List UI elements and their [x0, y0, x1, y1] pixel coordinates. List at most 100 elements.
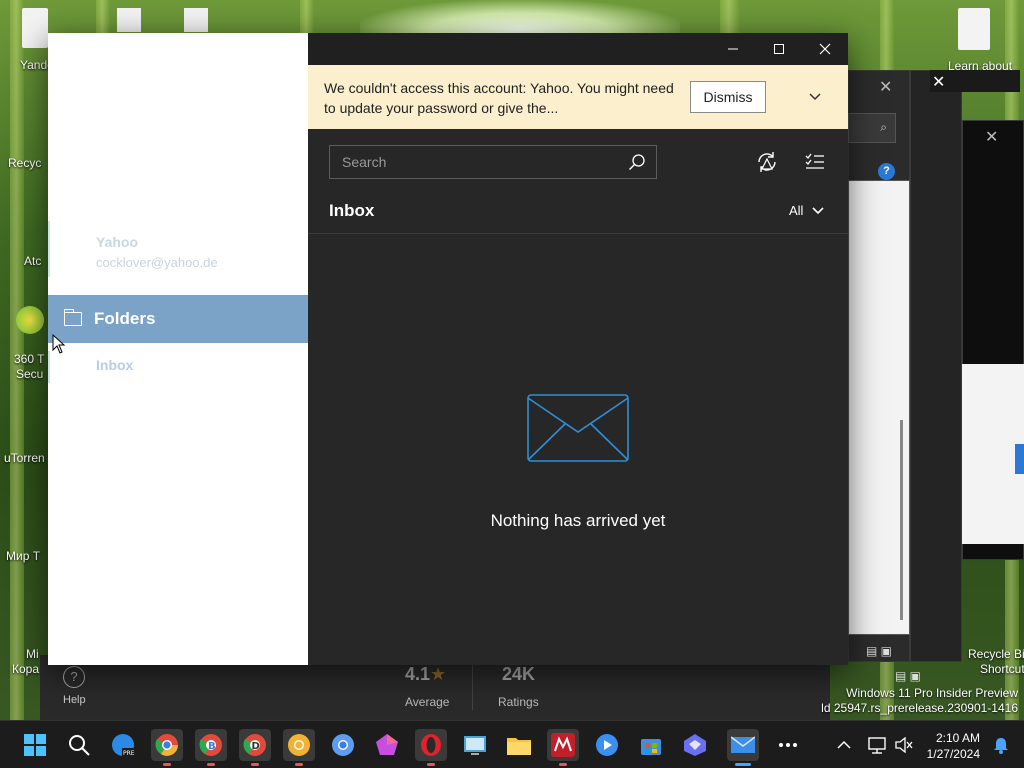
- desktop-file-icon[interactable]: [22, 8, 48, 48]
- running-indicator: [251, 763, 259, 766]
- desktop-icon-security[interactable]: Secu: [16, 367, 43, 381]
- help-icon[interactable]: ?: [63, 666, 85, 688]
- close-button[interactable]: [802, 33, 848, 65]
- close-icon[interactable]: ✕: [985, 127, 998, 147]
- folder-selection-indicator: [48, 351, 50, 383]
- banner-message: We couldn't access this account: Yahoo. …: [324, 80, 674, 116]
- background-window[interactable]: [910, 70, 962, 662]
- search-box[interactable]: Search: [329, 145, 657, 179]
- selection-mode-icon[interactable]: [804, 151, 826, 173]
- desktop-icon-kora[interactable]: Кора: [12, 662, 39, 676]
- desktop-file-icon[interactable]: [117, 8, 141, 32]
- rating-divider: [472, 664, 473, 710]
- taskbar-media-player[interactable]: [591, 729, 623, 761]
- desktop-icon-mi[interactable]: Mi: [26, 647, 39, 661]
- minimize-button[interactable]: [710, 33, 756, 65]
- running-indicator: [163, 763, 171, 766]
- navigation-pane: Yahoo cocklover@yahoo.de Folders Inbox: [48, 33, 308, 665]
- taskbar-search-button[interactable]: [63, 729, 95, 761]
- expand-banner-button[interactable]: [804, 85, 826, 107]
- taskbar-opera[interactable]: [415, 729, 447, 766]
- desktop-icon-mir[interactable]: Мир Т: [6, 549, 40, 563]
- svg-text:D: D: [252, 741, 260, 752]
- envelope-icon: [527, 394, 629, 462]
- rating-value: 4.1: [405, 664, 431, 684]
- desktop-icon-360[interactable]: 360 T: [14, 352, 44, 366]
- taskbar-chromium[interactable]: [327, 729, 359, 761]
- folder-item-inbox[interactable]: Inbox: [96, 357, 133, 373]
- background-window-titlebar: ✕: [930, 70, 1020, 92]
- view-toggle-icon[interactable]: ▤ ▣: [895, 669, 931, 683]
- start-button[interactable]: [19, 729, 51, 761]
- background-window-search: ⌕: [848, 113, 896, 143]
- filter-dropdown[interactable]: All: [789, 203, 825, 218]
- taskbar-gem-app[interactable]: [371, 729, 403, 761]
- chrome-canary-icon: [288, 734, 310, 756]
- system-clock[interactable]: 2:10 AM 1/27/2024: [927, 730, 980, 762]
- taskbar-chrome-canary[interactable]: [283, 729, 315, 766]
- taskbar-mindmaster[interactable]: [547, 729, 579, 766]
- svg-text:PRE: PRE: [123, 750, 135, 757]
- help-icon[interactable]: ?: [878, 163, 895, 180]
- taskbar-chrome[interactable]: [151, 729, 183, 766]
- chrome-beta-icon: B: [199, 734, 222, 756]
- copilot-icon: [684, 734, 706, 756]
- desktop-file-icon[interactable]: [958, 8, 990, 50]
- taskbar-file-explorer[interactable]: [503, 729, 535, 761]
- notifications-button[interactable]: [985, 729, 1017, 761]
- ratings-label: Ratings: [498, 695, 539, 709]
- minimize-icon: [728, 48, 738, 50]
- close-icon[interactable]: ✕: [879, 77, 892, 97]
- desktop-icon-recycle[interactable]: Recyc: [8, 156, 41, 170]
- windows-watermark: Windows 11 Pro Insider Preview: [846, 686, 1018, 700]
- star-icon: ★: [430, 664, 447, 684]
- folders-button[interactable]: Folders: [48, 295, 308, 343]
- folder-icon: [63, 309, 82, 326]
- desktop-icon-360-glyph: [16, 306, 44, 334]
- windows-build-watermark: ld 25947.rs_prerelease.230901-1416: [821, 701, 1018, 715]
- mail-icon: [731, 736, 755, 753]
- chevron-down-icon: [809, 93, 821, 101]
- close-icon[interactable]: ✕: [932, 72, 945, 92]
- taskbar-overflow-button[interactable]: [772, 729, 804, 761]
- media-player-icon: [596, 734, 618, 756]
- scrollbar[interactable]: [900, 420, 903, 620]
- folders-label: Folders: [94, 309, 156, 328]
- rating-label: Average: [405, 695, 450, 709]
- clock-date: 1/27/2024: [926, 747, 980, 761]
- folder-title: Inbox: [329, 201, 375, 220]
- volume-button[interactable]: [888, 729, 920, 761]
- maximize-button[interactable]: [756, 33, 802, 65]
- account-email[interactable]: cocklover@yahoo.de: [96, 255, 218, 270]
- desktop-icon-utorrent[interactable]: uTorren: [4, 451, 45, 465]
- taskbar-store[interactable]: [635, 729, 667, 761]
- taskbar: PRE B D 2:10 AM 1/27/2024: [0, 720, 1024, 768]
- close-icon: [819, 43, 831, 55]
- view-toggle-icon[interactable]: ▤ ▣: [866, 644, 902, 658]
- show-hidden-icons-button[interactable]: [828, 729, 860, 761]
- running-indicator: [559, 763, 567, 766]
- taskbar-mail[interactable]: [727, 729, 759, 766]
- sync-icon[interactable]: [755, 150, 779, 174]
- search-input[interactable]: Search: [342, 154, 386, 170]
- dismiss-button[interactable]: Dismiss: [690, 81, 766, 113]
- more-icon: [779, 743, 797, 747]
- store-icon: [641, 739, 661, 755]
- taskbar-edge-beta[interactable]: PRE: [107, 729, 139, 761]
- taskbar-copilot[interactable]: [679, 729, 711, 761]
- mindmaster-icon: [551, 733, 575, 757]
- account-warning-banner: We couldn't access this account: Yahoo. …: [308, 65, 848, 129]
- taskbar-chrome-beta[interactable]: B: [195, 729, 227, 766]
- maximize-icon: [774, 44, 784, 54]
- desktop-icon-recycle-bin-shortcut[interactable]: Recycle Bin -: [968, 647, 1024, 661]
- title-bar[interactable]: [308, 33, 848, 65]
- desktop-icon-atc[interactable]: Atc: [24, 254, 41, 268]
- ratings-count: 24K: [502, 664, 536, 684]
- account-name[interactable]: Yahoo: [96, 234, 138, 250]
- taskbar-control-panel[interactable]: [459, 729, 491, 761]
- desktop-file-icon[interactable]: [184, 8, 208, 32]
- network-icon: [868, 737, 886, 754]
- store-help-label[interactable]: Help: [63, 694, 86, 706]
- taskbar-chrome-dev[interactable]: D: [239, 729, 271, 766]
- search-icon[interactable]: [628, 153, 646, 171]
